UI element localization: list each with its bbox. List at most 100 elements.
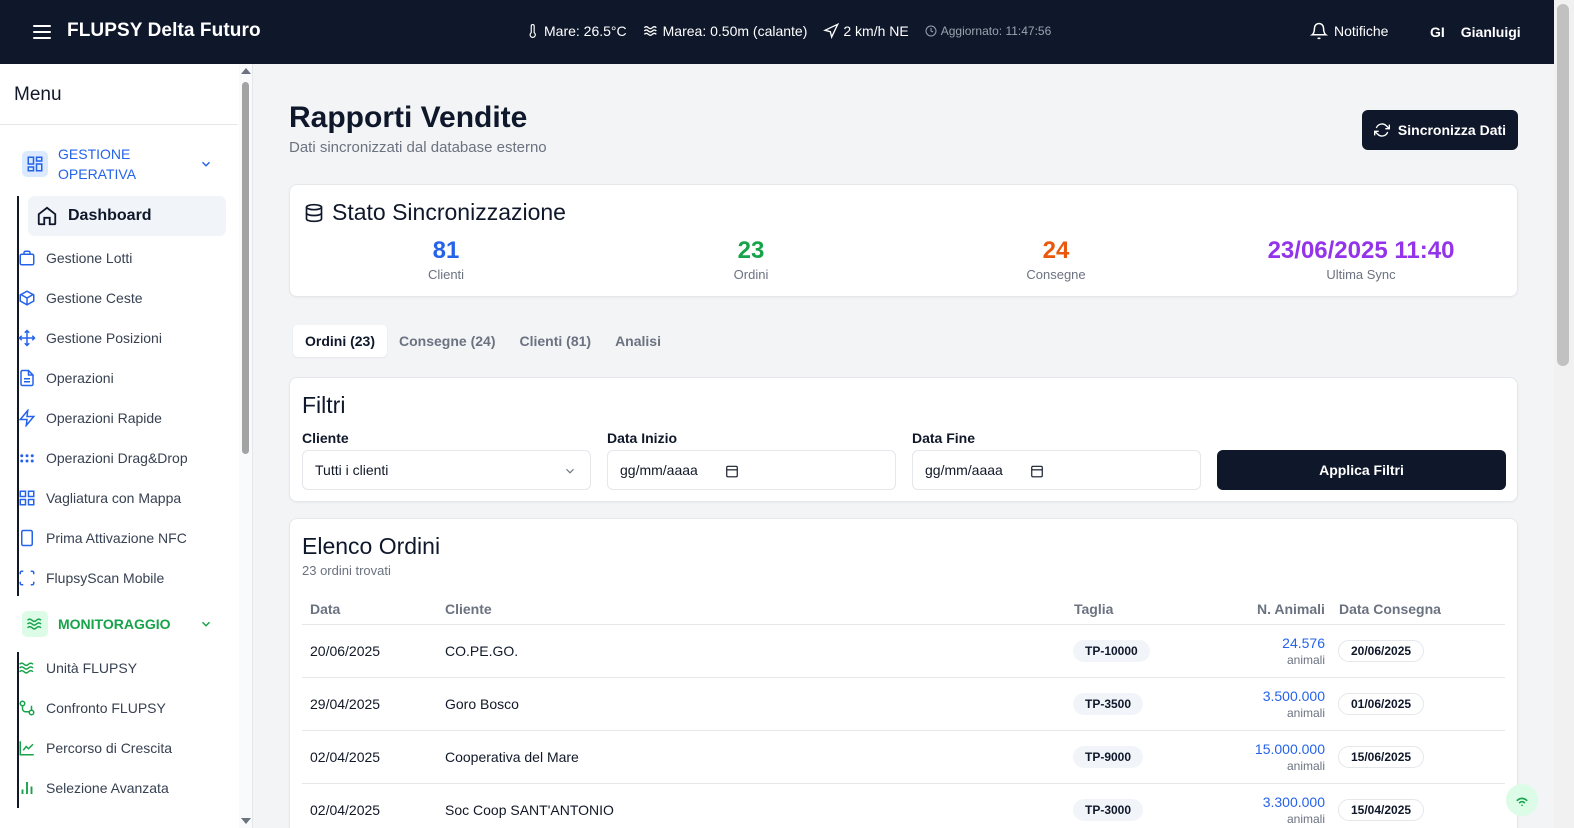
order-client: CO.PE.GO. xyxy=(445,643,519,659)
git-compare-icon xyxy=(19,700,35,716)
hamburger-menu-icon[interactable] xyxy=(30,20,54,44)
delivery-date-badge: 15/04/2025 xyxy=(1338,799,1425,821)
sidebar: Menu GESTIONE OPERATIVA Dashboard Gestio… xyxy=(0,64,253,828)
delivery-date-badge: 15/06/2025 xyxy=(1338,746,1425,768)
layout-grid-icon xyxy=(19,490,35,506)
sidebar-item-selezione-avanzata[interactable]: Selezione Avanzata xyxy=(18,768,169,808)
sidebar-item-label: Prima Attivazione NFC xyxy=(46,530,187,546)
sidebar-item-nfc[interactable]: Prima Attivazione NFC xyxy=(18,518,187,558)
sidebar-item-vagliatura-mappa[interactable]: Vagliatura con Mappa xyxy=(18,478,181,518)
sidebar-item-dashboard[interactable]: Dashboard xyxy=(28,196,226,236)
stat-clienti: 81 Clienti xyxy=(326,237,566,282)
client-filter-label: Cliente xyxy=(302,430,349,446)
last-updated: Aggiornato: 11:47:56 xyxy=(940,24,1052,38)
user-name: Gianluigi xyxy=(1460,24,1521,40)
table-row[interactable]: 02/04/2025 Cooperativa del Mare TP-9000 … xyxy=(302,731,1505,784)
table-row[interactable]: 02/04/2025 Soc Coop SANT'ANTONIO TP-3000… xyxy=(302,784,1505,828)
sidebar-item-gestione-lotti[interactable]: Gestione Lotti xyxy=(18,238,132,278)
calendar-icon[interactable] xyxy=(725,464,739,478)
section-gestione-operativa[interactable]: GESTIONE OPERATIVA xyxy=(22,144,211,184)
size-badge: TP-3000 xyxy=(1073,799,1144,821)
connection-status-button[interactable] xyxy=(1506,784,1538,816)
size-badge: TP-9000 xyxy=(1073,746,1144,768)
scroll-up-arrow-icon[interactable] xyxy=(241,68,251,74)
sync-status-title-text: Stato Sincronizzazione xyxy=(332,199,566,225)
animals-unit: animali xyxy=(1286,759,1325,773)
column-header-data[interactable]: Data xyxy=(310,601,340,617)
delivery-date-badge: 20/06/2025 xyxy=(1338,640,1425,662)
animals-count: 3.500.000 animali xyxy=(1263,687,1325,721)
page-scrollbar-thumb[interactable] xyxy=(1557,4,1569,366)
clock-icon xyxy=(925,25,937,37)
client-select[interactable]: Tutti i clienti xyxy=(302,450,591,490)
sidebar-item-label: Gestione Posizioni xyxy=(46,330,162,346)
apply-filters-button[interactable]: Applica Filtri xyxy=(1217,450,1506,490)
client-filter-field: Cliente Tutti i clienti xyxy=(302,430,591,490)
box-icon xyxy=(19,250,35,266)
sidebar-item-flupsyscan[interactable]: FlupsyScan Mobile xyxy=(18,558,164,598)
calendar-icon[interactable] xyxy=(1030,464,1044,478)
sidebar-item-operazioni[interactable]: Operazioni xyxy=(18,358,114,398)
weather-bar: Mare: 26.5°C Marea: 0.50m (calante) 2 km… xyxy=(526,23,1067,39)
sidebar-item-percorso-crescita[interactable]: Percorso di Crescita xyxy=(18,728,172,768)
stat-value: 81 xyxy=(432,237,460,264)
sidebar-item-confronto-flupsy[interactable]: Confronto FLUPSY xyxy=(18,688,166,728)
sidebar-item-label: Confronto FLUPSY xyxy=(46,700,166,716)
notifications-button[interactable]: Notifiche xyxy=(1310,22,1388,40)
section-label: MONITORAGGIO xyxy=(58,616,171,632)
home-icon xyxy=(37,206,57,226)
end-date-input[interactable]: gg/mm/aaaa xyxy=(912,450,1201,490)
sync-data-button[interactable]: Sincronizza Dati xyxy=(1362,110,1518,150)
sidebar-scrollbar[interactable] xyxy=(239,64,252,828)
column-header-data-consegna[interactable]: Data Consegna xyxy=(1339,601,1441,617)
size-badge: TP-10000 xyxy=(1073,640,1150,662)
order-date: 02/04/2025 xyxy=(310,802,381,818)
lightning-icon xyxy=(18,409,36,427)
page-title: Rapporti Vendite xyxy=(289,101,528,134)
sidebar-item-gestione-ceste[interactable]: Gestione Ceste xyxy=(18,278,143,318)
order-client: Cooperativa del Mare xyxy=(445,749,579,765)
wind-info: 2 km/h NE xyxy=(843,23,909,39)
sidebar-item-operazioni-rapide[interactable]: Operazioni Rapide xyxy=(18,398,162,438)
stat-ultima-sync: 23/06/2025 11:40 Ultima Sync xyxy=(1241,237,1481,282)
sidebar-item-label: FlupsyScan Mobile xyxy=(46,570,165,586)
end-date-field: Data Fine gg/mm/aaaa xyxy=(912,430,1201,490)
database-icon xyxy=(305,203,323,222)
tab-consegne[interactable]: Consegne (24) xyxy=(387,325,507,357)
column-header-animali[interactable]: N. Animali xyxy=(1257,601,1325,617)
sidebar-item-label: Operazioni Drag&Drop xyxy=(46,450,188,466)
sidebar-item-label: Vagliatura con Mappa xyxy=(46,490,182,506)
stat-label: Clienti xyxy=(427,267,465,282)
section-monitoraggio[interactable]: MONITORAGGIO xyxy=(22,611,211,637)
waves-icon xyxy=(18,662,34,674)
notifications-label: Notifiche xyxy=(1334,23,1389,39)
tab-clienti[interactable]: Clienti (81) xyxy=(507,325,603,357)
sidebar-item-unita-flupsy[interactable]: Unità FLUPSY xyxy=(18,648,137,688)
column-header-cliente[interactable]: Cliente xyxy=(445,601,492,617)
animals-unit: animali xyxy=(1286,812,1325,826)
scroll-down-arrow-icon[interactable] xyxy=(241,818,251,824)
stat-label: Consegne xyxy=(1026,267,1086,282)
sidebar-item-label: Gestione Lotti xyxy=(46,250,133,266)
user-menu[interactable]: GI Gianluigi xyxy=(1430,24,1521,40)
thermometer-icon xyxy=(529,24,536,38)
orders-count: 23 ordini trovati xyxy=(302,563,391,578)
tide-info: Marea: 0.50m (calante) xyxy=(662,23,808,39)
sidebar-item-operazioni-dragdrop[interactable]: Operazioni Drag&Drop xyxy=(18,438,188,478)
table-row[interactable]: 29/04/2025 Goro Bosco TP-3500 3.500.000 … xyxy=(302,678,1505,731)
stat-label: Ultima Sync xyxy=(1326,267,1396,282)
stat-value: 23/06/2025 11:40 xyxy=(1267,237,1455,264)
sidebar-item-label: Dashboard xyxy=(68,207,152,224)
stat-consegne: 24 Consegne xyxy=(936,237,1176,282)
start-date-input[interactable]: gg/mm/aaaa xyxy=(607,450,896,490)
tab-analisi[interactable]: Analisi xyxy=(603,325,673,357)
page-scrollbar[interactable] xyxy=(1554,0,1574,828)
tab-ordini[interactable]: Ordini (23) xyxy=(293,325,388,357)
sidebar-item-gestione-posizioni[interactable]: Gestione Posizioni xyxy=(18,318,162,358)
order-date: 20/06/2025 xyxy=(310,643,381,659)
column-header-taglia[interactable]: Taglia xyxy=(1074,601,1113,617)
sidebar-scrollbar-thumb[interactable] xyxy=(242,82,249,454)
bell-icon xyxy=(1310,22,1328,40)
sync-button-label: Sincronizza Dati xyxy=(1397,122,1507,138)
table-row[interactable]: 20/06/2025 CO.PE.GO. TP-10000 24.576 ani… xyxy=(302,625,1505,678)
